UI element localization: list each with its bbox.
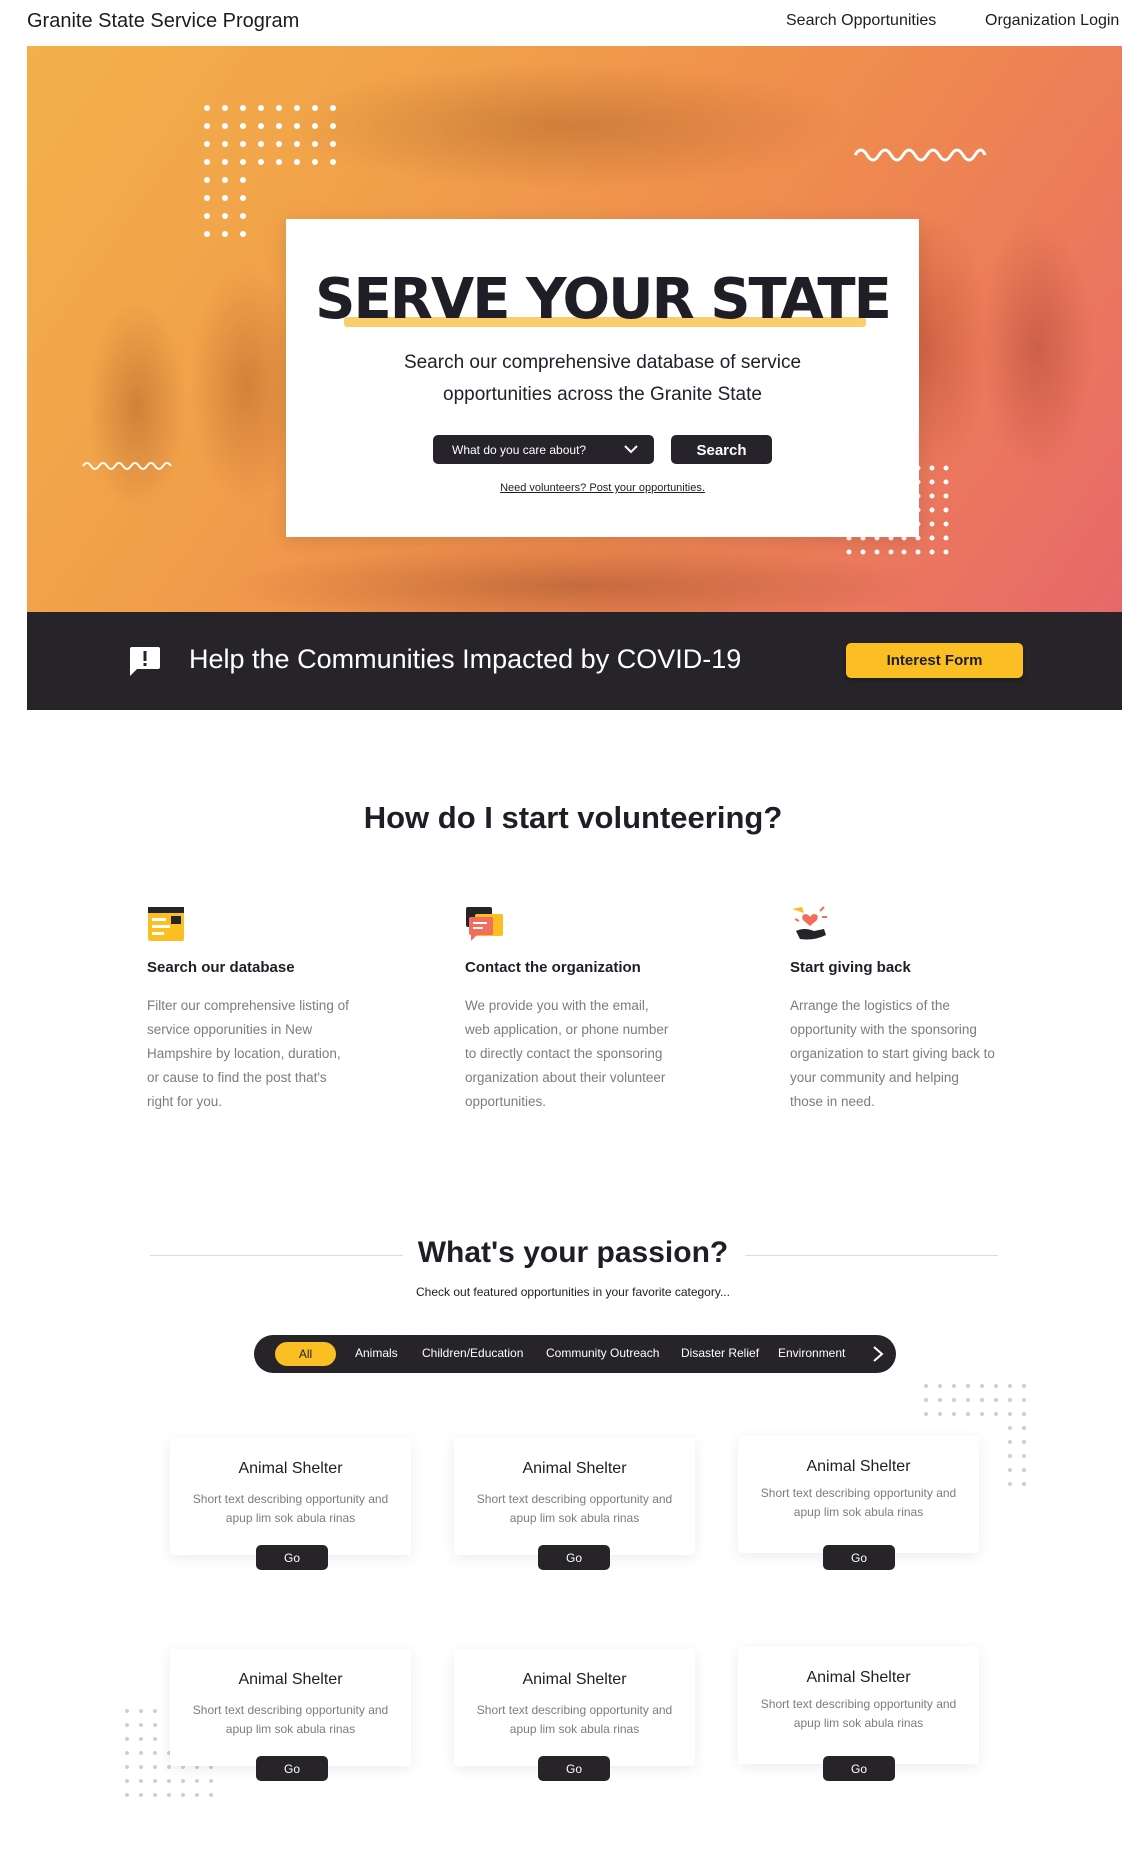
cause-dropdown-value: What do you care about?	[452, 443, 587, 457]
filter-all[interactable]: All	[275, 1342, 336, 1366]
chevron-down-icon	[624, 445, 638, 454]
database-icon	[148, 907, 184, 941]
search-button[interactable]: Search	[671, 435, 772, 464]
opportunity-card: Animal Shelter Short text describing opp…	[454, 1438, 695, 1570]
card-title: Animal Shelter	[522, 1460, 627, 1477]
step-title: Contact the organization	[465, 959, 641, 976]
covid-banner: Help the Communities Impacted by COVID-1…	[27, 612, 1122, 710]
filter-animals[interactable]: Animals	[355, 1346, 398, 1360]
card-title: Animal Shelter	[522, 1671, 627, 1688]
how-title: How do I start volunteering?	[363, 800, 783, 835]
opportunity-card: Animal Shelter Short text describing opp…	[170, 1438, 411, 1570]
passion-title: What's your passion?	[417, 1236, 729, 1269]
opportunity-card: Animal Shelter Short text describing opp…	[170, 1649, 411, 1781]
category-filter-bar: All Animals Children/Education Community…	[254, 1335, 896, 1373]
top-nav: Granite State Service Program Search Opp…	[0, 0, 1146, 44]
chevron-right-icon[interactable]	[871, 1345, 885, 1363]
hero-subtitle: Search our comprehensive database of ser…	[403, 352, 802, 405]
brand-logo[interactable]: Granite State Service Program	[27, 10, 299, 33]
step-title: Start giving back	[790, 959, 911, 976]
go-button[interactable]: Go	[256, 1756, 328, 1781]
filter-environment[interactable]: Environment	[778, 1346, 845, 1360]
wave-decoration-top-right	[853, 148, 987, 162]
opportunity-card: Animal Shelter Short text describing opp…	[738, 1647, 979, 1781]
step-contact-organization: Contact the organization We provide you …	[465, 903, 675, 1109]
step-description: We provide you with the email, web appli…	[465, 998, 669, 1109]
card-description: Short text describing opportunity and ap…	[192, 1703, 389, 1736]
filter-children-education[interactable]: Children/Education	[422, 1346, 523, 1360]
step-description: Filter our comprehensive listing of serv…	[147, 998, 349, 1109]
card-title: Animal Shelter	[806, 1669, 911, 1686]
card-description: Short text describing opportunity and ap…	[760, 1486, 957, 1519]
chat-bubbles-icon	[466, 907, 503, 941]
passion-subtitle: Check out featured opportunities in your…	[416, 1285, 730, 1299]
interest-form-button[interactable]: Interest Form	[846, 643, 1023, 678]
card-description: Short text describing opportunity and ap…	[476, 1703, 673, 1736]
step-description: Arrange the logistics of the opportunity…	[790, 998, 995, 1109]
giving-hand-icon	[792, 906, 827, 940]
step-title: Search our database	[147, 959, 295, 976]
post-opportunities-link[interactable]: Need volunteers? Post your opportunities…	[286, 482, 919, 494]
opportunity-card: Animal Shelter Short text describing opp…	[454, 1649, 695, 1781]
card-title: Animal Shelter	[238, 1460, 343, 1477]
hero-banner: SERVE YOUR STATE Search our comprehensiv…	[27, 46, 1122, 612]
card-description: Short text describing opportunity and ap…	[192, 1492, 389, 1525]
step-start-giving: Start giving back Arrange the logistics …	[790, 903, 1000, 1109]
go-button[interactable]: Go	[538, 1756, 610, 1781]
card-title: Animal Shelter	[238, 1671, 343, 1688]
nav-search-opportunities[interactable]: Search Opportunities	[786, 12, 936, 30]
filter-disaster-relief[interactable]: Disaster Relief	[681, 1346, 759, 1360]
step-search-database: Search our database Filter our comprehen…	[147, 903, 357, 1109]
filter-community-outreach[interactable]: Community Outreach	[546, 1346, 659, 1360]
card-description: Short text describing opportunity and ap…	[476, 1492, 673, 1525]
hero-title: SERVE YOUR STATE	[315, 267, 892, 332]
go-button[interactable]: Go	[823, 1756, 895, 1781]
go-button[interactable]: Go	[538, 1545, 610, 1570]
nav-organization-login[interactable]: Organization Login	[985, 12, 1119, 30]
opportunity-card: Animal Shelter Short text describing opp…	[738, 1436, 979, 1570]
go-button[interactable]: Go	[256, 1545, 328, 1570]
alert-message-icon	[130, 647, 160, 676]
card-description: Short text describing opportunity and ap…	[760, 1697, 957, 1730]
hero-search-card: SERVE YOUR STATE Search our comprehensiv…	[286, 219, 919, 537]
card-title: Animal Shelter	[806, 1458, 911, 1475]
covid-message: Help the Communities Impacted by COVID-1…	[189, 644, 742, 674]
go-button[interactable]: Go	[823, 1545, 895, 1570]
cause-dropdown[interactable]: What do you care about?	[433, 435, 654, 464]
wave-decoration-left	[82, 462, 172, 470]
